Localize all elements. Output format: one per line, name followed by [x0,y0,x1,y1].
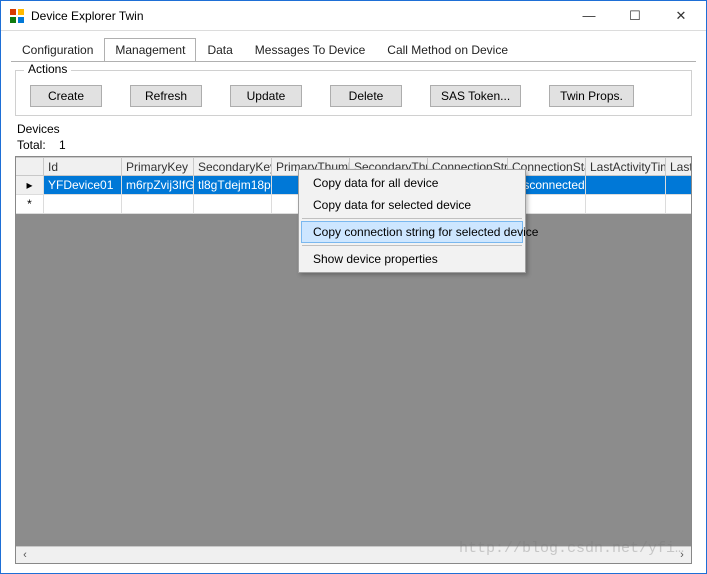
new-row-marker: * [16,195,44,214]
scroll-right-icon[interactable]: › [675,549,689,561]
cell-lastactivitytime[interactable] [586,176,666,195]
col-primarykey[interactable]: PrimaryKey [122,157,194,176]
menu-separator [302,218,522,219]
scroll-left-icon[interactable]: ‹ [18,549,32,561]
cell-lastconnected[interactable] [666,176,692,195]
tab-management[interactable]: Management [104,38,196,61]
menu-copy-connection-string[interactable]: Copy connection string for selected devi… [301,221,523,243]
devices-total: Total: 1 [17,138,692,152]
menu-copy-selected[interactable]: Copy data for selected device [301,194,523,216]
cell-secondarykey[interactable]: tl8gTdejm18p... [194,176,272,195]
actions-legend: Actions [24,62,71,76]
col-secondarykey[interactable]: SecondaryKey [194,157,272,176]
update-button[interactable]: Update [230,85,302,107]
tab-messages-to-device[interactable]: Messages To Device [244,38,377,61]
tab-call-method-on-device[interactable]: Call Method on Device [376,38,519,61]
menu-separator [302,245,522,246]
total-value: 1 [59,138,66,152]
tabstrip: Configuration Management Data Messages T… [1,31,706,61]
total-label: Total: [17,138,46,152]
minimize-button[interactable]: — [566,2,612,30]
close-button[interactable]: ✕ [658,2,704,30]
tab-data[interactable]: Data [196,38,243,61]
delete-button[interactable]: Delete [330,85,402,107]
tab-configuration[interactable]: Configuration [11,38,104,61]
devices-label: Devices [17,122,692,136]
col-id[interactable]: Id [44,157,122,176]
col-lastactivitytime[interactable]: LastActivityTime [586,157,666,176]
maximize-button[interactable]: ☐ [612,2,658,30]
menu-copy-all[interactable]: Copy data for all device [301,172,523,194]
titlebar: Device Explorer Twin — ☐ ✕ [1,1,706,31]
refresh-button[interactable]: Refresh [130,85,202,107]
sas-token-button[interactable]: SAS Token... [430,85,521,107]
horizontal-scrollbar[interactable]: ‹ › [16,546,691,563]
app-icon [9,8,25,24]
col-lastconnected[interactable]: LastConnected [666,157,692,176]
grid-corner [16,157,44,176]
context-menu: Copy data for all device Copy data for s… [298,169,526,273]
window-title: Device Explorer Twin [31,9,566,23]
create-button[interactable]: Create [30,85,102,107]
twin-props-button[interactable]: Twin Props. [549,85,634,107]
row-selector-icon: ▸ [16,176,44,195]
cell-primarykey[interactable]: m6rpZvij3IfGi... [122,176,194,195]
actions-groupbox: Actions Create Refresh Update Delete SAS… [15,70,692,116]
cell-id[interactable]: YFDevice01 [44,176,122,195]
menu-show-properties[interactable]: Show device properties [301,248,523,270]
window-buttons: — ☐ ✕ [566,2,704,30]
